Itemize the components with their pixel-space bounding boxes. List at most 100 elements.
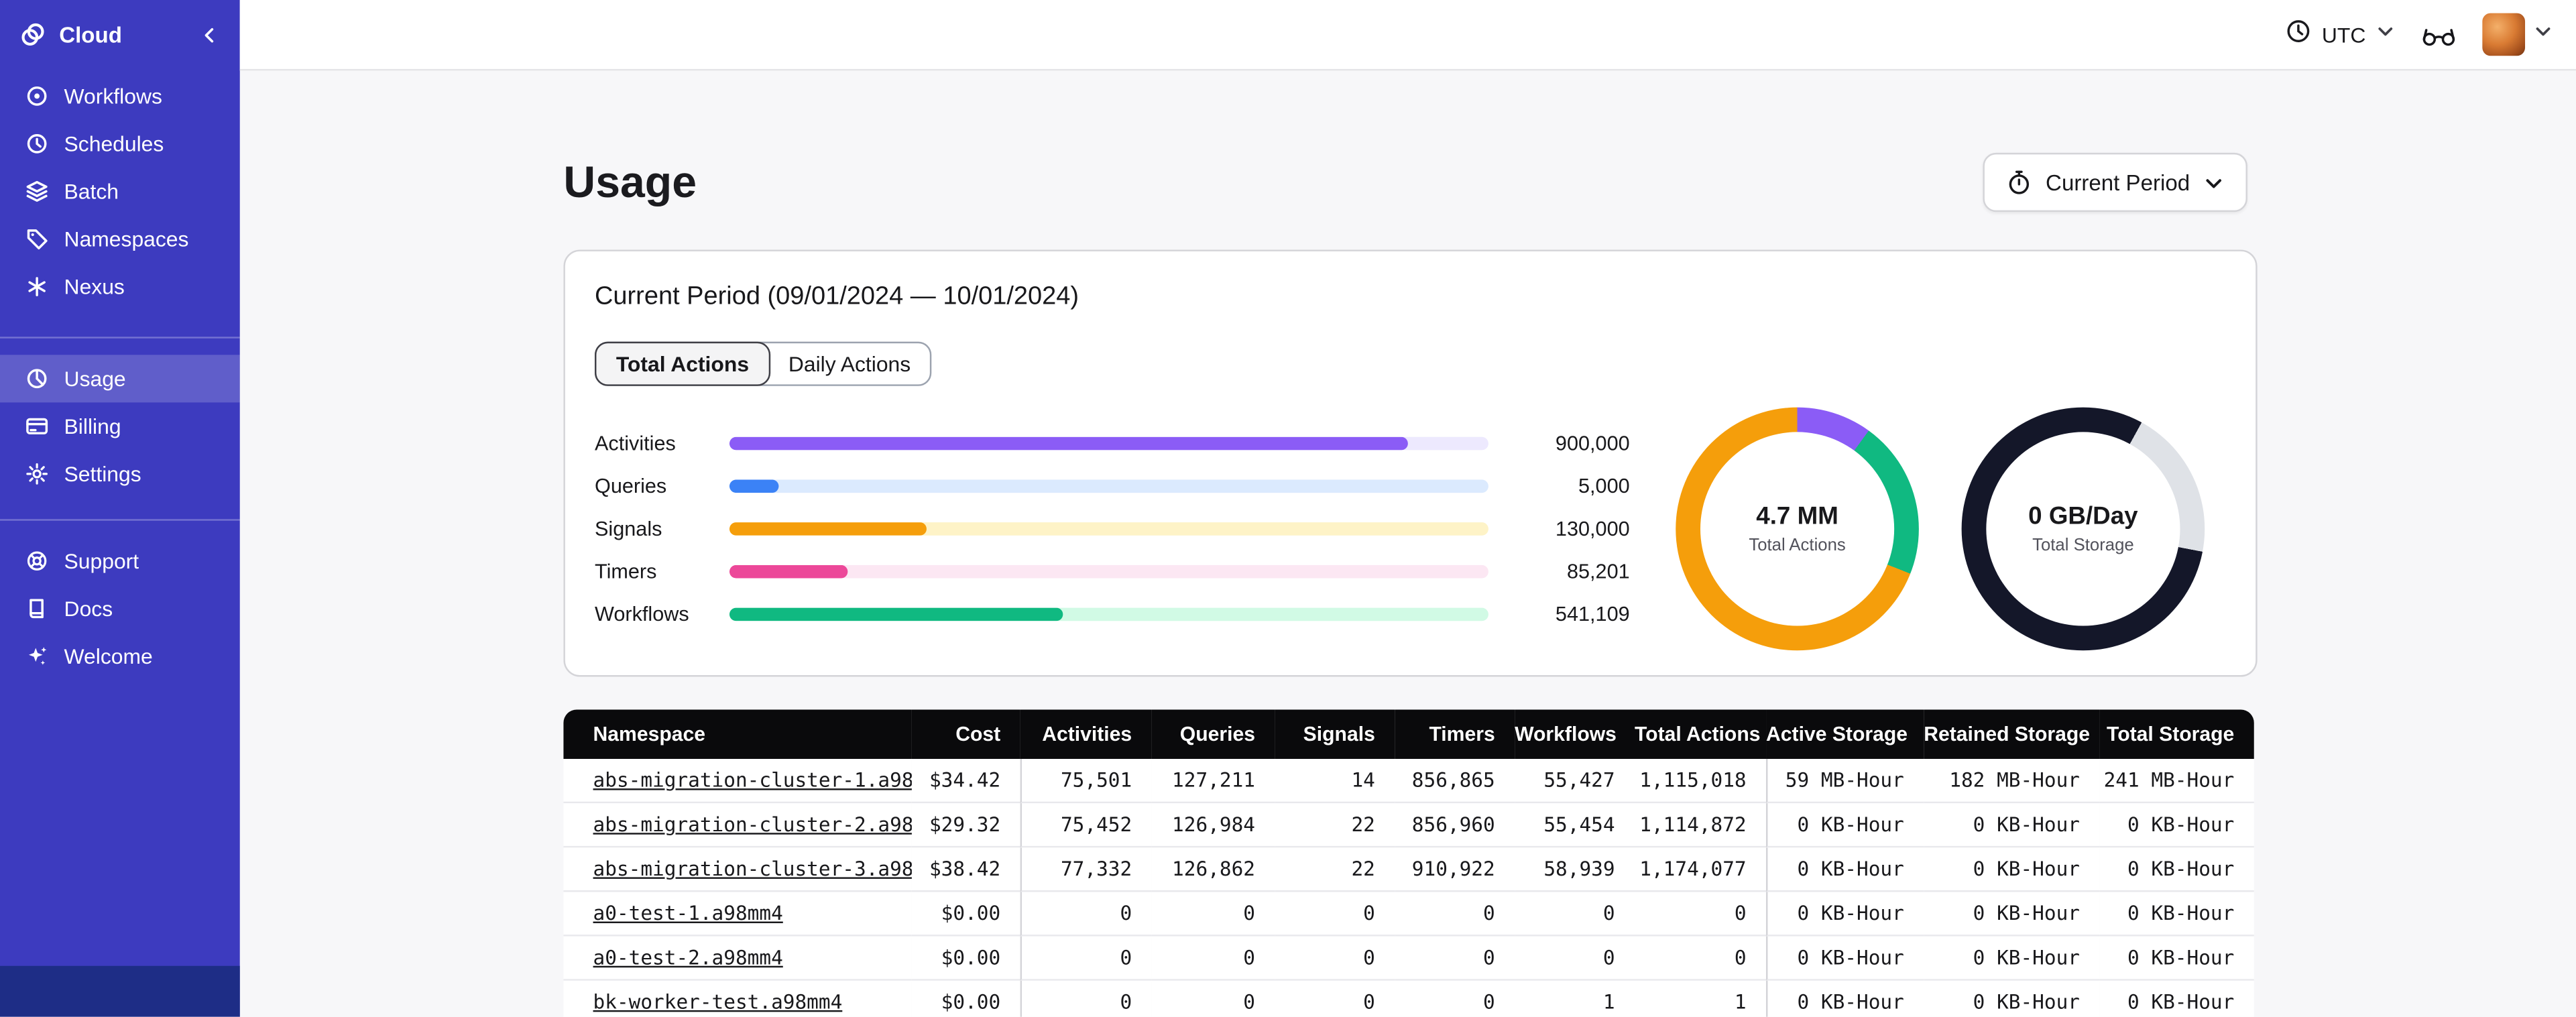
- cell-queries: 126,862: [1151, 847, 1275, 892]
- cell-queries: 0: [1151, 980, 1275, 1017]
- chevron-down-icon: [2203, 172, 2225, 193]
- glasses-icon[interactable]: [2422, 22, 2456, 47]
- user-menu[interactable]: [2482, 13, 2553, 56]
- cell-activities: 0: [1020, 980, 1152, 1017]
- bar-value: 5,000: [1578, 475, 1630, 498]
- cell-workflows: 58,939: [1515, 847, 1635, 892]
- chevron-down-icon: [2376, 19, 2395, 49]
- bar-track: [729, 522, 1488, 536]
- cell-signals: 22: [1275, 803, 1395, 848]
- welcome-icon: [25, 644, 50, 668]
- cell-namespace: abs-migration-cluster-1.a98mm4: [563, 759, 912, 804]
- sidebar-item-namespaces[interactable]: Namespaces: [0, 215, 240, 263]
- cell-cost: $0.00: [911, 980, 1020, 1017]
- sidebar-item-label: Welcome: [64, 644, 153, 669]
- col-header-retained-storage: Retained Storage: [1924, 709, 2100, 760]
- col-header-active-storage: Active Storage: [1766, 709, 1924, 760]
- col-header-namespace: Namespace: [563, 709, 912, 760]
- sidebar-item-label: Schedules: [64, 131, 164, 156]
- cell-cost: $0.00: [911, 936, 1020, 981]
- sidebar-nav-account: Usage Billing Settings: [0, 355, 240, 497]
- cell-namespace: a0-test-1.a98mm4: [563, 892, 912, 937]
- cell-activities: 75,452: [1020, 803, 1152, 848]
- donut-center: 0 GB/Day Total Storage: [1986, 432, 2180, 626]
- cell-total-storage: 241 MB-Hour: [2099, 759, 2254, 804]
- cell-timers: 910,922: [1395, 847, 1515, 892]
- sidebar-brand[interactable]: Cloud: [0, 0, 240, 69]
- table-row: abs-migration-cluster-2.a98mm4 $29.32 75…: [563, 803, 2254, 848]
- col-header-workflows: Workflows: [1515, 709, 1635, 760]
- sidebar-item-label: Batch: [64, 179, 119, 204]
- sidebar-item-workflows[interactable]: Workflows: [0, 72, 240, 120]
- sidebar-item-nexus[interactable]: Nexus: [0, 263, 240, 310]
- cell-workflows: 55,454: [1515, 803, 1635, 848]
- cell-timers: 856,960: [1395, 803, 1515, 848]
- namespace-link[interactable]: abs-migration-cluster-2.a98mm4: [593, 813, 912, 836]
- cell-namespace: abs-migration-cluster-2.a98mm4: [563, 803, 912, 848]
- period-selector-button[interactable]: Current Period: [1983, 152, 2247, 213]
- sidebar-item-batch[interactable]: Batch: [0, 168, 240, 215]
- col-header-total-storage: Total Storage: [2099, 709, 2254, 760]
- sidebar-item-label: Docs: [64, 596, 113, 621]
- schedules-icon: [25, 131, 50, 156]
- sidebar-item-support[interactable]: Support: [0, 537, 240, 585]
- sidebar-item-docs[interactable]: Docs: [0, 585, 240, 632]
- table-row: abs-migration-cluster-1.a98mm4 $34.42 75…: [563, 759, 2254, 804]
- namespace-link[interactable]: abs-migration-cluster-3.a98mm4: [593, 857, 912, 880]
- table-row: a0-test-2.a98mm4 $0.00 0 0 0 0 0 0 0 KB-…: [563, 936, 2254, 981]
- cell-total-actions: 0: [1634, 892, 1767, 937]
- cell-total-storage: 0 KB-Hour: [2099, 980, 2254, 1017]
- user-avatar[interactable]: [2482, 13, 2526, 56]
- cell-retained-storage: 0 KB-Hour: [1924, 892, 2100, 937]
- sidebar-collapse-button[interactable]: [198, 24, 220, 46]
- cell-active-storage: 0 KB-Hour: [1766, 803, 1924, 848]
- sidebar-item-billing[interactable]: Billing: [0, 402, 240, 450]
- namespace-usage-table: Namespace Cost Activities Queries Signal…: [563, 709, 2254, 1017]
- total-actions-donut: 4.7 MM Total Actions: [1676, 407, 1919, 651]
- table-header-row: Namespace Cost Activities Queries Signal…: [563, 709, 2254, 760]
- namespace-link[interactable]: a0-test-1.a98mm4: [593, 902, 783, 924]
- bar-label: Workflows: [594, 603, 689, 626]
- timezone-selector[interactable]: UTC: [2286, 17, 2395, 52]
- bar-track: [729, 479, 1488, 493]
- cell-queries: 126,984: [1151, 803, 1275, 848]
- bar-value: 541,109: [1555, 603, 1630, 626]
- app-root: Cloud Workflows Schedules Batch Namespac…: [0, 0, 2576, 1017]
- sidebar-item-schedules[interactable]: Schedules: [0, 120, 240, 168]
- namespace-link[interactable]: a0-test-2.a98mm4: [593, 946, 783, 969]
- cell-retained-storage: 0 KB-Hour: [1924, 980, 2100, 1017]
- cell-total-actions: 1,115,018: [1634, 759, 1767, 804]
- cell-namespace: abs-migration-cluster-3.a98mm4: [563, 847, 912, 892]
- tab-daily-actions[interactable]: Daily Actions: [768, 343, 930, 384]
- cell-signals: 0: [1275, 892, 1395, 937]
- tab-total-actions[interactable]: Total Actions: [594, 341, 770, 386]
- bar-value: 130,000: [1555, 517, 1630, 541]
- bar-fill: [729, 607, 1063, 621]
- bar-row-workflows: Workflows 541,109: [595, 593, 1630, 636]
- donut-value: 0 GB/Day: [2028, 502, 2138, 531]
- bar-row-queries: Queries 5,000: [595, 465, 1630, 507]
- sidebar-item-settings[interactable]: Settings: [0, 450, 240, 497]
- bar-fill: [729, 479, 779, 493]
- cell-active-storage: 0 KB-Hour: [1766, 847, 1924, 892]
- col-header-signals: Signals: [1275, 709, 1395, 760]
- cell-workflows: 1: [1515, 980, 1635, 1017]
- docs-icon: [25, 596, 50, 621]
- bar-label: Queries: [594, 475, 667, 498]
- cell-total-actions: 1: [1634, 980, 1767, 1017]
- bar-row-signals: Signals 130,000: [595, 507, 1630, 550]
- sidebar-item-usage[interactable]: Usage: [0, 355, 240, 403]
- namespace-link[interactable]: abs-migration-cluster-1.a98mm4: [593, 769, 912, 792]
- cell-queries: 0: [1151, 892, 1275, 937]
- bar-label: Timers: [594, 560, 657, 583]
- actions-bar-chart: Activities 900,000 Queries 5,000 Signals…: [595, 422, 1630, 636]
- total-storage-donut: 0 GB/Day Total Storage: [1961, 407, 2205, 651]
- sidebar-item-label: Namespaces: [64, 227, 189, 251]
- col-header-timers: Timers: [1395, 709, 1515, 760]
- cell-total-actions: 1,114,872: [1634, 803, 1767, 848]
- donut-label: Total Actions: [1749, 535, 1846, 556]
- cell-namespace: bk-worker-test.a98mm4: [563, 980, 912, 1017]
- namespace-link[interactable]: bk-worker-test.a98mm4: [593, 991, 843, 1014]
- sidebar-item-welcome[interactable]: Welcome: [0, 632, 240, 680]
- donut-value: 4.7 MM: [1756, 502, 1838, 531]
